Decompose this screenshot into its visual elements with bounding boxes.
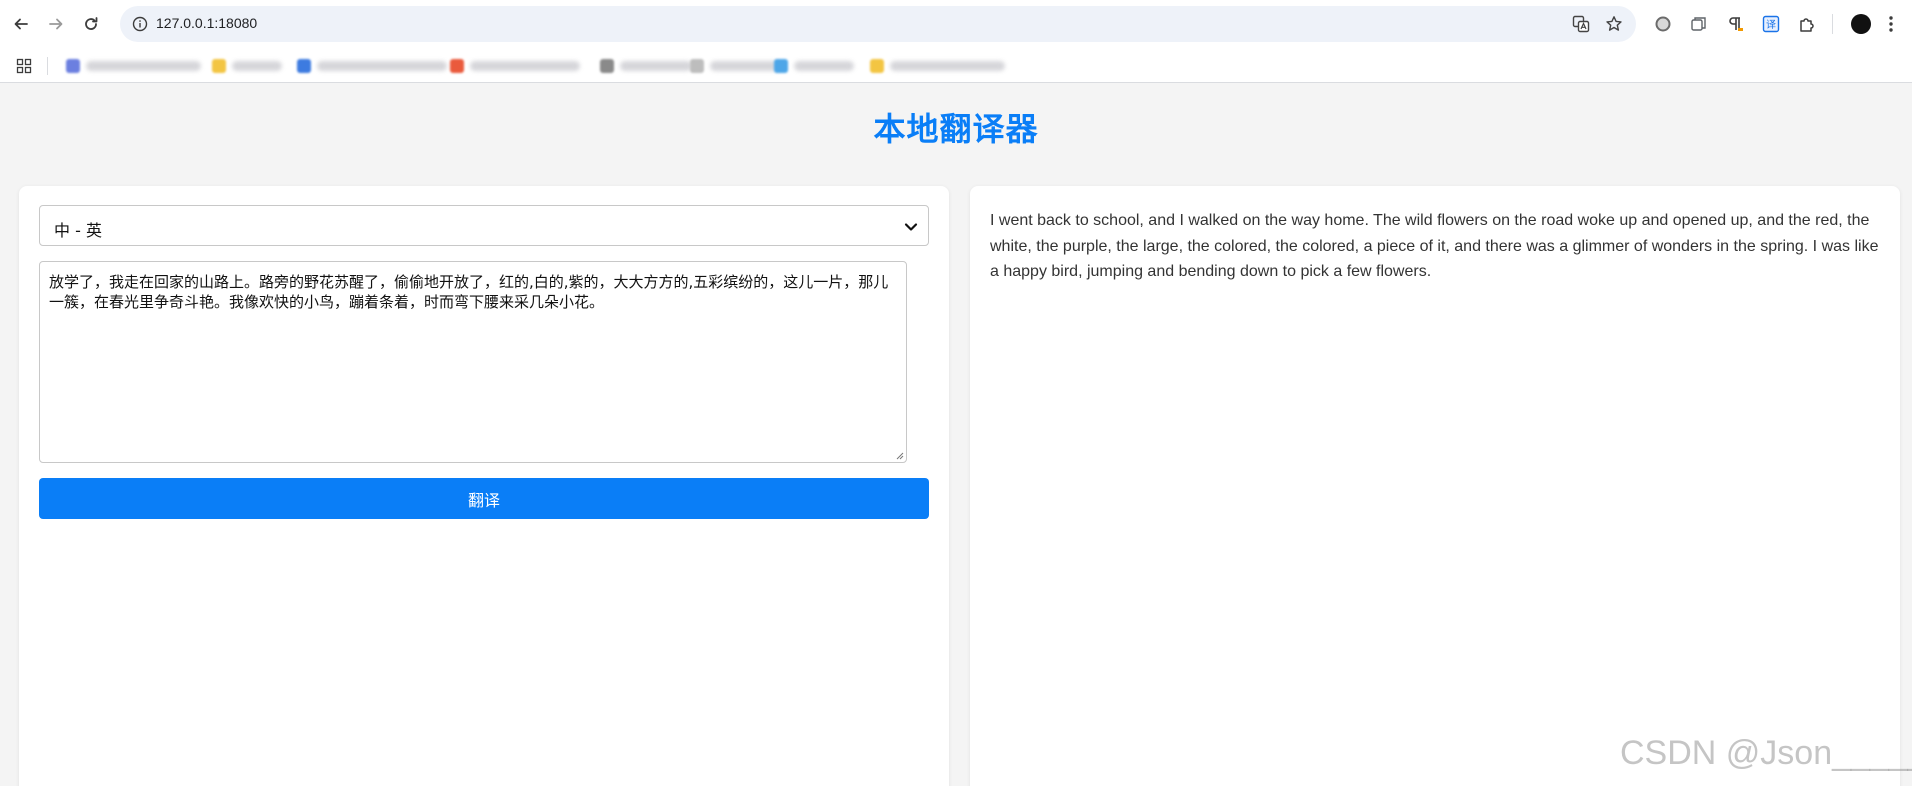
toolbar-divider [1832, 14, 1833, 34]
bookmark-item[interactable] [600, 58, 692, 74]
bookmark-item[interactable] [297, 58, 447, 74]
bookmark-item[interactable] [212, 58, 282, 74]
back-icon[interactable] [9, 12, 33, 36]
page-title: 本地翻译器 [873, 110, 1039, 148]
browser-toolbar: 127.0.0.1:18080 译 [0, 0, 1912, 49]
profile-avatar[interactable] [1851, 14, 1871, 34]
bookmark-label-blurred [890, 61, 1005, 71]
bookmark-item[interactable] [66, 58, 201, 74]
bookmark-item[interactable] [690, 58, 780, 74]
bookmark-label-blurred [710, 61, 780, 71]
bookmark-label-blurred [620, 61, 692, 71]
bookmark-favicon-icon [66, 59, 80, 73]
bookmark-label-blurred [794, 61, 854, 71]
language-select-value: 中 - 英 [54, 221, 102, 240]
extensions-puzzle-icon[interactable] [1798, 15, 1816, 33]
translate-page-icon[interactable] [1572, 15, 1590, 33]
more-menu-icon[interactable] [1888, 14, 1894, 34]
pilcrow-extension-icon[interactable] [1726, 15, 1744, 33]
extension-circle-icon[interactable] [1654, 15, 1672, 33]
output-panel: I went back to school, and I walked on t… [970, 186, 1900, 786]
bookmark-item[interactable] [774, 58, 854, 74]
bookmark-favicon-icon [774, 59, 788, 73]
chevron-down-icon [904, 223, 918, 231]
bookmark-label-blurred [317, 61, 447, 71]
bookmark-favicon-icon [690, 59, 704, 73]
language-select[interactable]: 中 - 英 [39, 205, 929, 246]
bookmark-label-blurred [232, 61, 282, 71]
bookmark-item[interactable] [450, 58, 580, 74]
bookmark-label-blurred [86, 61, 201, 71]
translator-extension-icon[interactable]: 译 [1762, 15, 1780, 33]
bookmarks-divider [47, 57, 48, 75]
resize-handle-icon[interactable] [894, 450, 904, 460]
bookmark-label-blurred [470, 61, 580, 71]
address-bar[interactable]: 127.0.0.1:18080 [120, 6, 1636, 42]
input-panel: 中 - 英 放学了，我走在回家的山路上。路旁的野花苏醒了，偷偷地开放了，红的,白… [19, 186, 949, 786]
reload-icon[interactable] [79, 12, 103, 36]
source-text-input[interactable]: 放学了，我走在回家的山路上。路旁的野花苏醒了，偷偷地开放了，红的,白的,紫的，大… [39, 261, 907, 463]
svg-text:译: 译 [1766, 19, 1776, 31]
apps-grid-icon[interactable] [16, 58, 32, 74]
bookmarks-bar [0, 49, 1912, 83]
bookmark-favicon-icon [870, 59, 884, 73]
bookmark-favicon-icon [450, 59, 464, 73]
tab-groups-icon[interactable] [1690, 15, 1708, 33]
translation-result: I went back to school, and I walked on t… [990, 212, 1879, 280]
site-info-icon[interactable] [132, 16, 148, 32]
watermark: CSDN @Json_____ [1620, 734, 1912, 772]
source-text-value[interactable]: 放学了，我走在回家的山路上。路旁的野花苏醒了，偷偷地开放了，红的,白的,紫的，大… [49, 272, 897, 312]
bookmark-item[interactable] [870, 58, 1005, 74]
translate-button-label: 翻译 [467, 490, 500, 510]
bookmark-favicon-icon [297, 59, 311, 73]
url-text[interactable]: 127.0.0.1:18080 [156, 15, 257, 31]
forward-icon[interactable] [44, 12, 68, 36]
bookmark-star-icon[interactable] [1605, 15, 1623, 33]
bookmark-favicon-icon [600, 59, 614, 73]
bookmark-favicon-icon [212, 59, 226, 73]
translate-button[interactable]: 翻译 [39, 478, 929, 519]
